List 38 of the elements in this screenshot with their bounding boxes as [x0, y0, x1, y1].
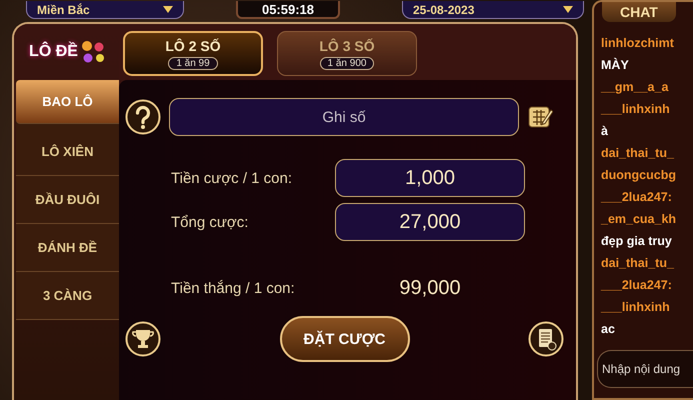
field-label: Tổng cược: — [171, 214, 250, 230]
chat-message: MÀY — [601, 56, 630, 74]
chat-message: ac — [601, 321, 616, 338]
chat-message: à — [601, 123, 609, 140]
balls-icon — [80, 39, 106, 65]
chat-title: CHAT — [602, 2, 676, 22]
chat-message: ___2lua247: — [601, 277, 673, 294]
date-dropdown[interactable]: 25-08-2023 — [402, 1, 584, 19]
number-input-field[interactable]: Ghi số — [169, 98, 519, 136]
trophy-icon[interactable] — [125, 321, 161, 357]
chat-message: ___linhxinh — [601, 101, 671, 118]
game-tab[interactable]: LÔ 3 SỐ 1 ăn 900 — [277, 31, 417, 76]
field-label: Tiền thắng / 1 con: — [171, 280, 296, 296]
winnings-value: 99,000 — [398, 276, 462, 300]
game-tab[interactable]: LÔ 2 SỐ 1 ăn 99 — [123, 31, 263, 76]
caret-icon — [163, 6, 173, 13]
region-dropdown[interactable]: Miền Bắc — [26, 1, 184, 19]
chat-message: dai_thai_tu_ — [601, 255, 675, 272]
chat-message: ___2lua247: — [601, 189, 673, 206]
grid-pencil-icon[interactable] — [527, 104, 553, 130]
history-icon[interactable] — [528, 321, 564, 357]
chat-message: __gm__a_a — [601, 79, 670, 96]
chat-message: dai_thai_tu_ — [601, 145, 675, 162]
amount-field[interactable]: 27,000 — [335, 203, 525, 241]
place-bet-button[interactable]: ĐẶT CƯỢC — [280, 316, 410, 362]
help-icon[interactable] — [125, 99, 161, 135]
logo-text: LÔ ĐỀ — [29, 43, 78, 61]
chat-input-field[interactable]: Nhập nội dung — [597, 350, 693, 388]
chat-message: duongcucbg — [601, 167, 677, 184]
chat-message: ___linhxinh — [601, 299, 671, 316]
field-label: Tiền cược / 1 con: — [171, 170, 294, 186]
chat-message: linhlozchimt — [601, 35, 675, 52]
amount-field[interactable]: 1,000 — [335, 159, 525, 197]
chat-message: _em_cua_kh — [601, 211, 678, 228]
menu-item[interactable]: BAO LÔ — [16, 80, 119, 124]
caret-icon — [563, 6, 573, 13]
countdown-timer: 05:59:18 — [236, 1, 340, 19]
chat-message: đẹp gia truy — [601, 233, 673, 250]
